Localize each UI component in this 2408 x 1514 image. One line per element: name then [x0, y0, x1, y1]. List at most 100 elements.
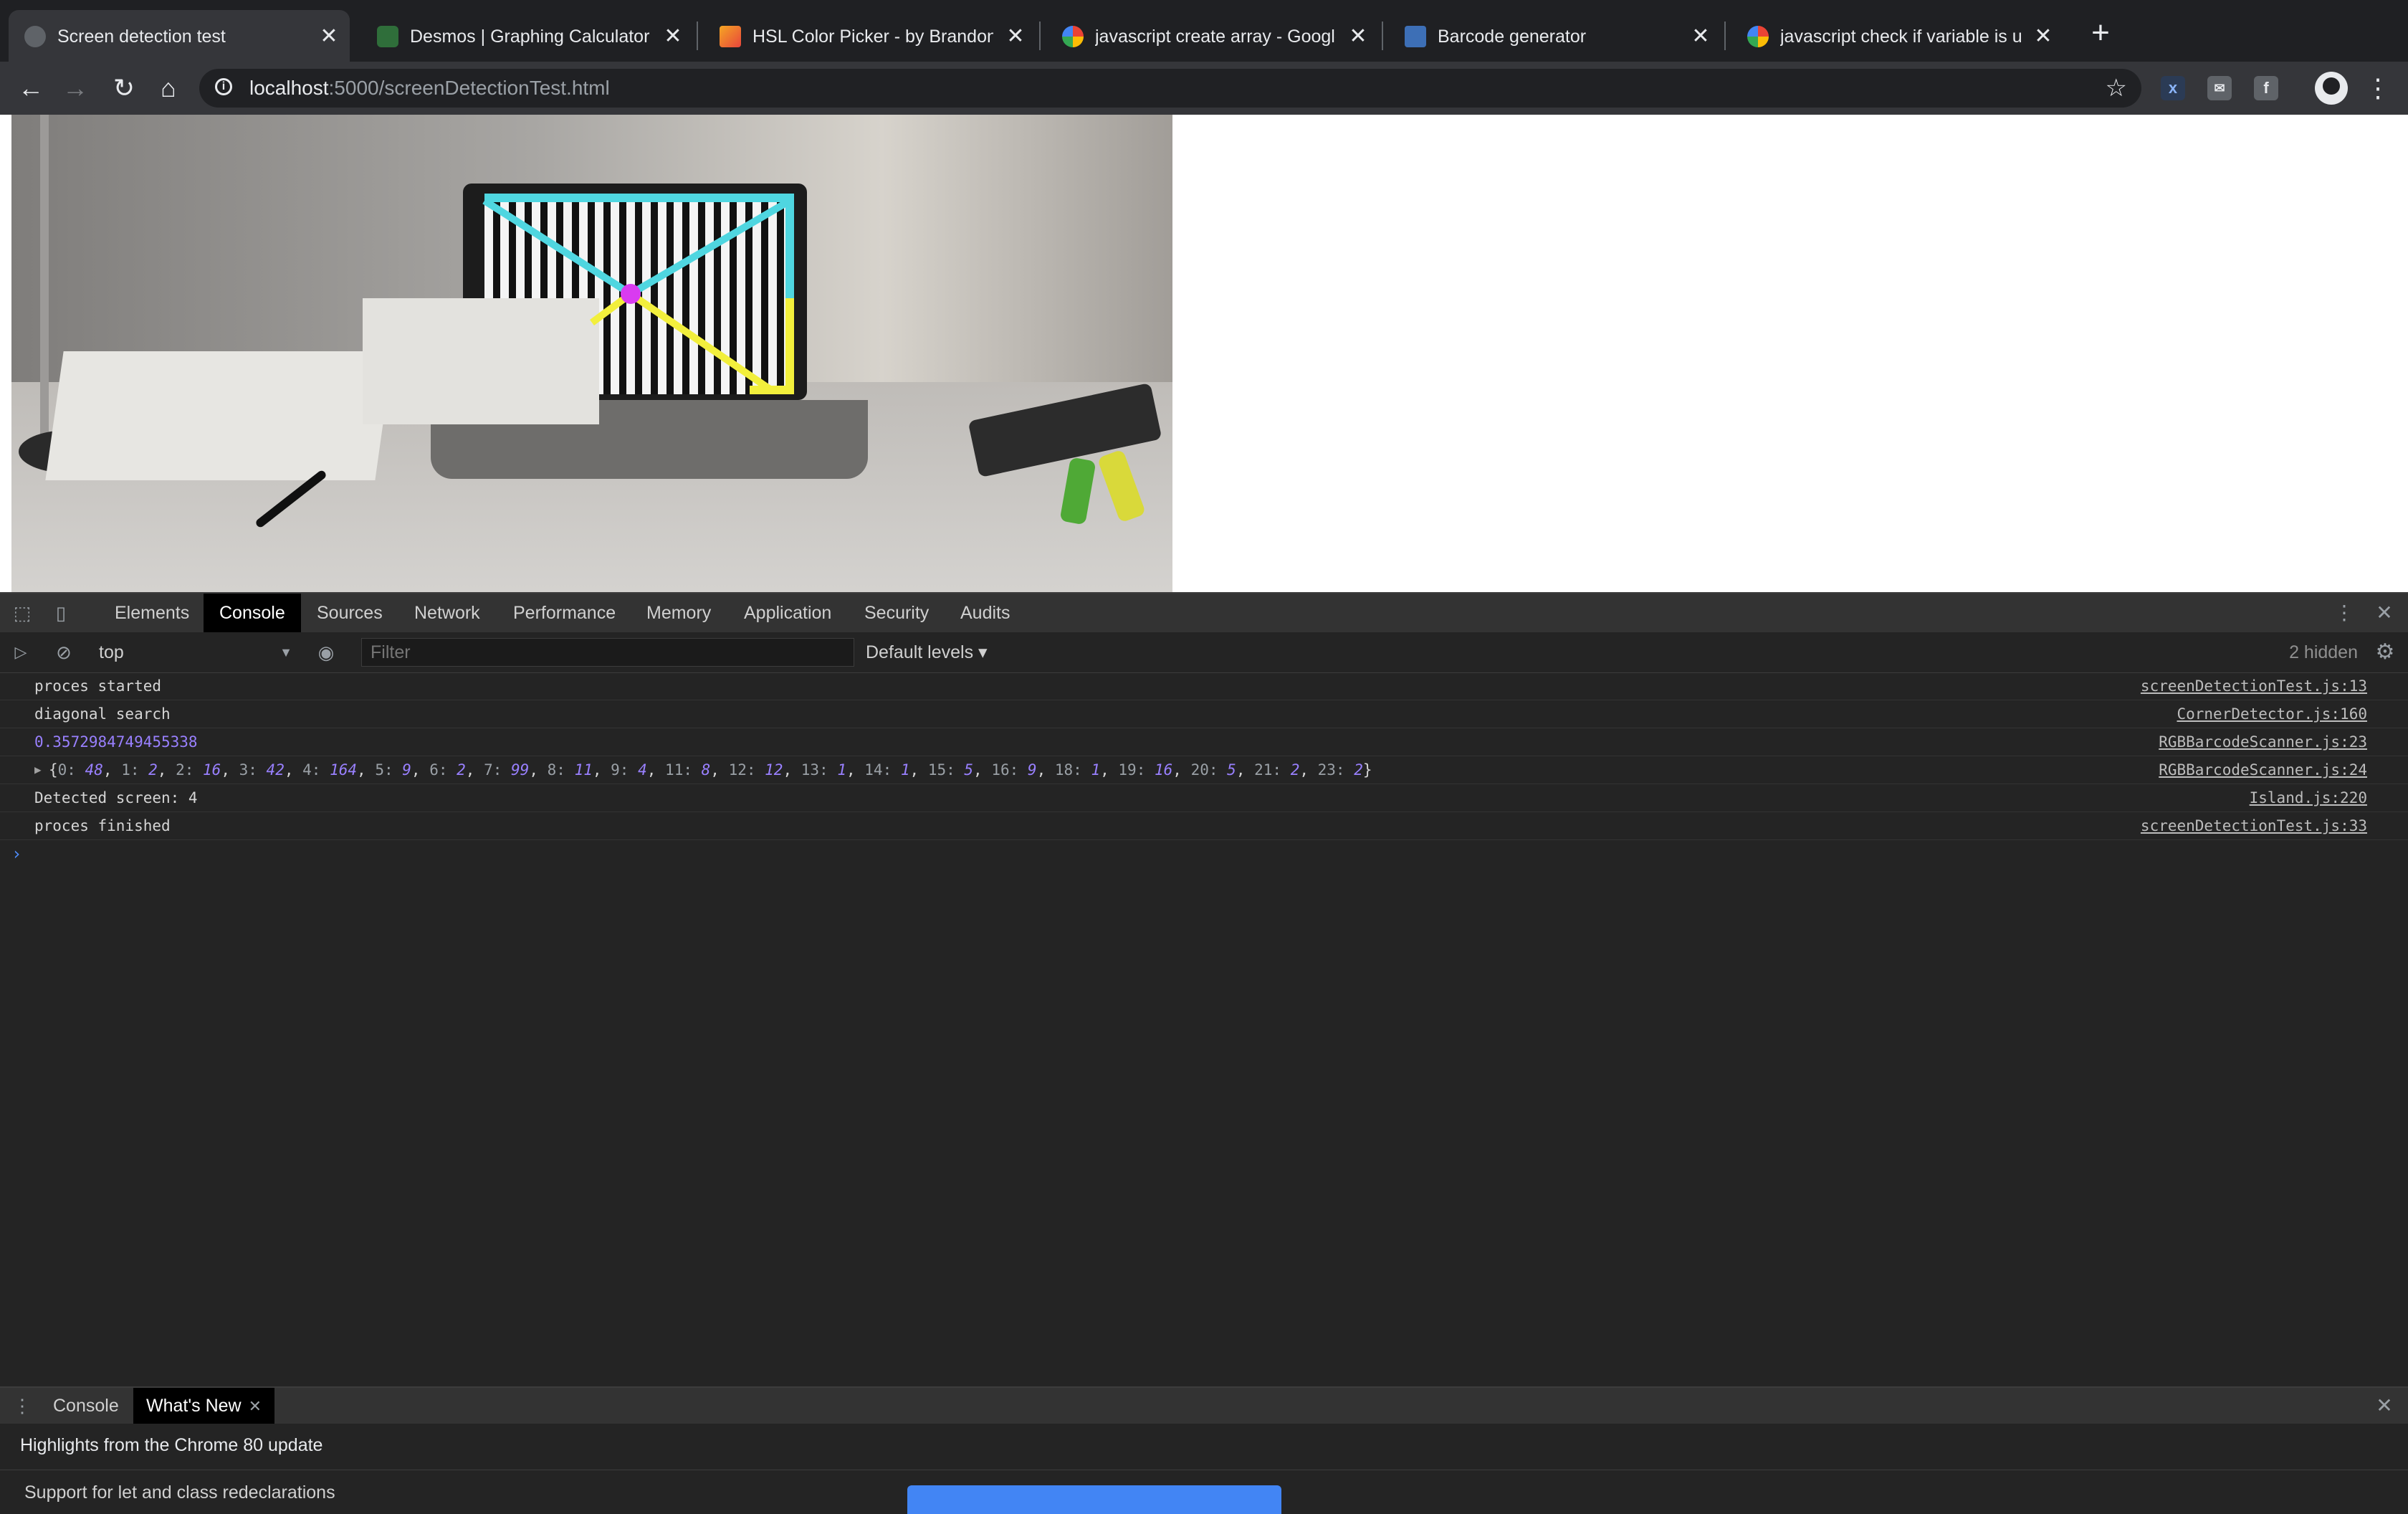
- page-globe-icon: [24, 26, 46, 47]
- overlay-yellow-diagonal: [629, 290, 773, 394]
- tab-close-icon[interactable]: ✕: [1690, 26, 1711, 47]
- clear-console-icon[interactable]: ⊘: [53, 642, 75, 663]
- hidden-messages-count: 2 hidden: [2289, 642, 2358, 662]
- site-info-icon[interactable]: i: [215, 78, 232, 95]
- tab-desmos[interactable]: Desmos | Graphing Calculator ✕: [361, 10, 694, 62]
- close-tab-icon[interactable]: ✕: [249, 1397, 262, 1415]
- devtools-tab-elements[interactable]: Elements: [99, 594, 205, 632]
- extension-facebook-icon[interactable]: f: [2254, 76, 2278, 100]
- color-picker-icon: [720, 26, 741, 47]
- devtools-panel: ⬚ ▯ Elements Console Sources Network Per…: [0, 592, 2408, 1514]
- devtools-drawer: ⋮ Console What's New ✕ ✕ Highlights from …: [0, 1386, 2408, 1514]
- tab-screen-detection-test[interactable]: Screen detection test ✕: [9, 10, 350, 62]
- whats-new-image: [907, 1485, 1281, 1514]
- google-icon: [1747, 26, 1769, 47]
- devtools-menu-icon[interactable]: ⋮: [2333, 602, 2355, 624]
- drawer-close-icon[interactable]: ✕: [2374, 1395, 2395, 1417]
- drawer-tab-whats-new[interactable]: What's New ✕: [133, 1388, 275, 1424]
- devtools-tab-security[interactable]: Security: [849, 594, 945, 632]
- tab-separator: [1724, 22, 1726, 50]
- profile-avatar[interactable]: [2315, 72, 2348, 105]
- source-link[interactable]: screenDetectionTest.js:13: [2141, 672, 2367, 700]
- tab-title: Screen detection test: [57, 27, 226, 47]
- tab-title: javascript check if variable is und: [1780, 27, 2021, 47]
- devtools-tab-application[interactable]: Application: [728, 594, 847, 632]
- console-prompt[interactable]: ›: [0, 840, 2408, 867]
- source-link[interactable]: Island.js:220: [2250, 784, 2367, 811]
- drawer-menu-icon[interactable]: ⋮: [11, 1395, 33, 1417]
- tab-title: javascript create array - Google S: [1095, 27, 1336, 47]
- context-selector[interactable]: top ▼: [99, 639, 292, 665]
- source-link[interactable]: RGBBarcodeScanner.js:23: [2159, 728, 2367, 756]
- console-message: proces finished screenDetectionTest.js:3…: [0, 812, 2408, 840]
- tab-close-icon[interactable]: ✕: [1005, 26, 1026, 47]
- tab-title: Desmos | Graphing Calculator: [410, 27, 650, 47]
- tab-close-icon[interactable]: ✕: [1347, 26, 1369, 47]
- barcode-site-icon: [1405, 26, 1426, 47]
- camera-capture-image: [11, 115, 1172, 592]
- console-settings-gear-icon[interactable]: ⚙: [2372, 639, 2398, 665]
- tab-separator: [697, 22, 698, 50]
- overlay-cyan-edge: [484, 194, 794, 298]
- inspect-element-icon[interactable]: ⬚: [11, 602, 33, 624]
- devtools-close-icon[interactable]: ✕: [2374, 602, 2395, 624]
- tab-close-icon[interactable]: ✕: [2032, 26, 2054, 47]
- console-messages: proces started screenDetectionTest.js:13…: [0, 672, 2408, 867]
- log-levels-dropdown[interactable]: Default levels ▾: [866, 639, 988, 665]
- devtools-tab-console[interactable]: Console: [204, 594, 301, 632]
- source-link[interactable]: CornerDetector.js:160: [2177, 700, 2367, 728]
- tab-hsl-color-picker[interactable]: HSL Color Picker - by Brandon M ✕: [704, 10, 1036, 62]
- tab-title: Barcode generator: [1438, 27, 1587, 47]
- address-bar[interactable]: i localhost:5000/screenDetectionTest.htm…: [199, 69, 2141, 108]
- object-preview[interactable]: {0: 48, 1: 2, 2: 16, 3: 42, 4: 164, 5: 9…: [49, 756, 1372, 784]
- browser-toolbar: ← → ↻ ⌂ i localhost:5000/screenDetection…: [0, 62, 2408, 115]
- console-message: proces started screenDetectionTest.js:13: [0, 672, 2408, 700]
- devtools-tab-network[interactable]: Network: [398, 594, 496, 632]
- extension-x-icon[interactable]: x: [2161, 76, 2185, 100]
- overlay-cyan-diagonal: [629, 197, 792, 297]
- console-message: 0.3572984749455338 RGBBarcodeScanner.js:…: [0, 728, 2408, 756]
- back-arrow-icon[interactable]: ←: [13, 70, 49, 106]
- tab-separator: [1039, 22, 1041, 50]
- desmos-icon: [377, 26, 398, 47]
- tab-strip: Screen detection test ✕ Desmos | Graphin…: [0, 0, 2408, 62]
- devtools-tab-audits[interactable]: Audits: [945, 594, 1026, 632]
- whats-new-heading: Highlights from the Chrome 80 update: [20, 1435, 323, 1455]
- tab-title: HSL Color Picker - by Brandon M: [752, 27, 993, 47]
- console-filter-input[interactable]: [361, 638, 854, 667]
- expand-triangle-icon[interactable]: ▶: [34, 756, 42, 784]
- page-viewport: [0, 115, 2408, 592]
- tab-close-icon[interactable]: ✕: [318, 26, 340, 47]
- new-tab-button[interactable]: +: [2086, 17, 2115, 49]
- detection-overlay: [482, 194, 794, 394]
- home-icon[interactable]: ⌂: [150, 70, 186, 106]
- overlay-center-point: [621, 284, 641, 304]
- tab-separator: [1382, 22, 1383, 50]
- source-link[interactable]: RGBBarcodeScanner.js:24: [2159, 756, 2367, 784]
- sidebar-toggle-icon[interactable]: ▷: [10, 642, 32, 663]
- tab-close-icon[interactable]: ✕: [662, 26, 684, 47]
- overlay-cyan-diagonal: [482, 197, 633, 297]
- drawer-tabbar: ⋮ Console What's New ✕ ✕: [0, 1388, 2408, 1424]
- url-text[interactable]: localhost:5000/screenDetectionTest.html: [249, 77, 610, 99]
- tab-javascript-check-undefined[interactable]: javascript check if variable is und ✕: [1731, 10, 2064, 62]
- bookmark-star-icon[interactable]: ☆: [2106, 75, 2127, 102]
- tab-javascript-create-array[interactable]: javascript create array - Google S ✕: [1046, 10, 1379, 62]
- device-toolbar-icon[interactable]: ▯: [50, 602, 72, 624]
- browser-menu-icon[interactable]: ⋮: [2365, 70, 2391, 106]
- whats-new-item[interactable]: Support for let and class redeclarations: [24, 1482, 335, 1503]
- source-link[interactable]: screenDetectionTest.js:33: [2141, 812, 2367, 839]
- devtools-tabbar: ⬚ ▯ Elements Console Sources Network Per…: [0, 594, 2408, 633]
- live-expression-eye-icon[interactable]: ◉: [315, 642, 337, 663]
- tab-barcode-generator[interactable]: Barcode generator ✕: [1389, 10, 1721, 62]
- drawer-tab-console[interactable]: Console: [40, 1388, 132, 1424]
- devtools-tab-performance[interactable]: Performance: [497, 594, 631, 632]
- devtools-tab-sources[interactable]: Sources: [301, 594, 398, 632]
- console-message: diagonal search CornerDetector.js:160: [0, 700, 2408, 728]
- forward-arrow-icon[interactable]: →: [57, 70, 93, 106]
- devtools-tab-memory[interactable]: Memory: [631, 594, 727, 632]
- google-icon: [1062, 26, 1084, 47]
- extension-mail-icon[interactable]: ✉: [2207, 76, 2232, 100]
- reload-icon[interactable]: ↻: [106, 70, 142, 106]
- dropdown-arrow-icon: ▼: [280, 645, 292, 660]
